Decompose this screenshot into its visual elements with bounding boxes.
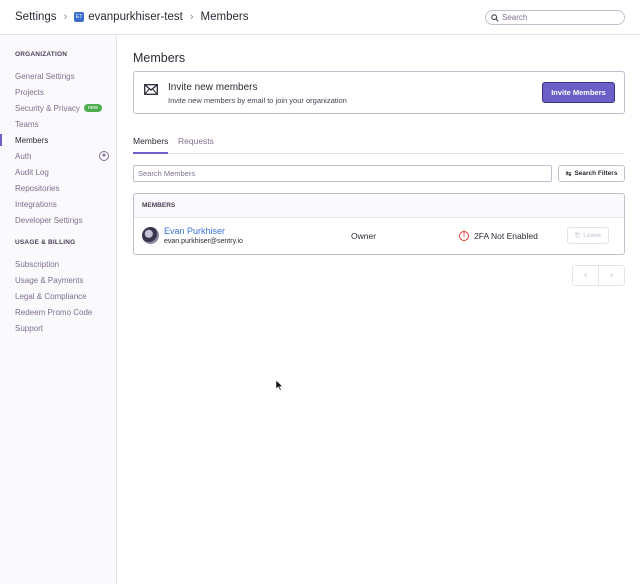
sidebar-item-legal-compliance[interactable]: Legal & Compliance: [15, 290, 87, 302]
leave-button[interactable]: ⎗ Leave: [567, 227, 609, 244]
org-badge-icon: ET: [74, 12, 85, 22]
members-panel-header: MEMBERS: [134, 194, 624, 218]
leave-icon: ⎗: [575, 231, 581, 239]
invite-title: Invite new members: [168, 82, 258, 93]
eye-icon: ●: [99, 151, 109, 161]
sidebar-item-developer-settings[interactable]: Developer Settings: [15, 214, 83, 226]
search-filters-label: Search Filters: [574, 170, 618, 177]
breadcrumb-settings[interactable]: Settings: [15, 11, 57, 23]
sidebar-item-audit-log[interactable]: Audit Log: [15, 166, 49, 178]
mail-icon: [144, 84, 158, 95]
sidebar-item-teams[interactable]: Teams: [15, 118, 39, 130]
next-page-button[interactable]: ›: [599, 266, 624, 285]
active-indicator: [0, 134, 2, 146]
sidebar-heading-organization: ORGANIZATION: [15, 51, 68, 58]
sidebar-item-projects[interactable]: Projects: [15, 86, 44, 98]
pagination: ‹ ›: [572, 265, 625, 286]
page-title: Members: [133, 51, 186, 65]
tab-members[interactable]: Members: [133, 136, 169, 154]
sidebar-item-security-privacy[interactable]: Security & Privacy new: [15, 102, 102, 114]
sliders-icon: ⇆: [565, 170, 572, 178]
chevron-right-icon: ›: [63, 11, 68, 23]
sidebar-item-label: Security & Privacy: [15, 103, 80, 113]
member-tabs: Members Requests: [133, 133, 625, 154]
settings-sidebar: ORGANIZATION General Settings Projects S…: [0, 36, 117, 584]
breadcrumb-members[interactable]: Members: [201, 11, 249, 23]
sidebar-item-repositories[interactable]: Repositories: [15, 182, 59, 194]
invite-subtitle: Invite new members by email to join your…: [168, 96, 347, 105]
table-row: Evan Purkhiser evan.purkhiser@sentry.io …: [134, 218, 624, 254]
new-badge: new: [83, 104, 102, 112]
sidebar-item-usage-payments[interactable]: Usage & Payments: [15, 274, 83, 286]
invite-panel: Invite new members Invite new members by…: [133, 71, 625, 114]
search-filters-button[interactable]: ⇆ Search Filters: [558, 165, 625, 182]
sidebar-item-redeem-promo[interactable]: Redeem Promo Code: [15, 306, 92, 318]
member-role: Owner: [351, 231, 377, 241]
sidebar-heading-usage-billing: USAGE & BILLING: [15, 239, 76, 246]
top-header: Settings › ET evanpurkhiser-test › Membe…: [0, 0, 640, 35]
warning-icon: !: [459, 231, 469, 241]
previous-page-button[interactable]: ‹: [573, 266, 599, 285]
breadcrumb-org[interactable]: evanpurkhiser-test: [88, 11, 183, 23]
member-email: evan.purkhiser@sentry.io: [164, 238, 243, 245]
tab-requests[interactable]: Requests: [178, 136, 214, 154]
global-search[interactable]: [485, 10, 625, 25]
sidebar-item-subscription[interactable]: Subscription: [15, 258, 59, 270]
sidebar-item-auth[interactable]: Auth: [15, 150, 31, 162]
global-search-input[interactable]: [502, 13, 612, 22]
member-name-link[interactable]: Evan Purkhiser: [164, 226, 225, 236]
avatar: [142, 227, 159, 244]
sidebar-item-members[interactable]: Members: [15, 134, 48, 146]
members-panel: MEMBERS Evan Purkhiser evan.purkhiser@se…: [133, 193, 625, 255]
sidebar-item-support[interactable]: Support: [15, 322, 43, 334]
invite-members-button[interactable]: Invite Members: [542, 82, 615, 103]
sidebar-item-general-settings[interactable]: General Settings: [15, 70, 75, 82]
sidebar-item-integrations[interactable]: Integrations: [15, 198, 57, 210]
member-search-input[interactable]: [133, 165, 552, 182]
search-icon: [491, 13, 499, 22]
leave-label: Leave: [583, 232, 601, 239]
mouse-cursor-icon: [276, 380, 284, 391]
chevron-right-icon: ›: [189, 11, 194, 23]
breadcrumb: Settings › ET evanpurkhiser-test › Membe…: [15, 11, 248, 23]
twofa-status: 2FA Not Enabled: [474, 231, 538, 241]
main-content: Members Invite new members Invite new me…: [118, 36, 640, 584]
